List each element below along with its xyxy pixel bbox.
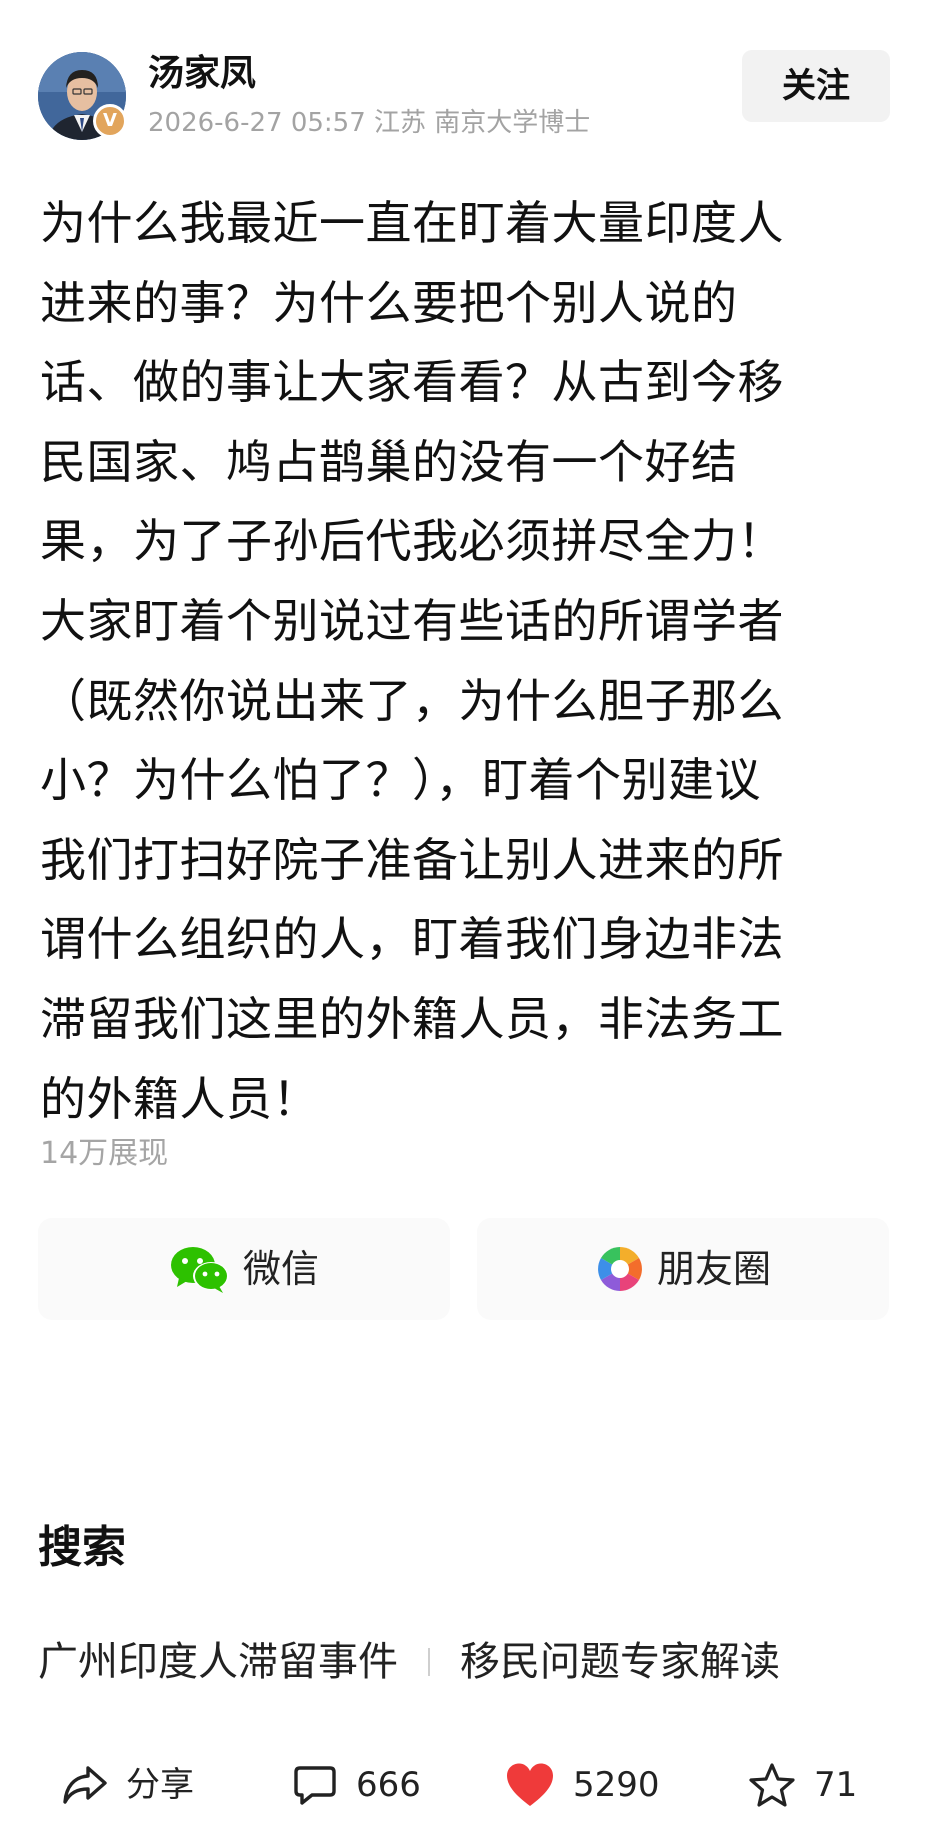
suggestion-divider — [428, 1648, 430, 1676]
star-icon — [749, 1763, 795, 1807]
share-arrow-icon — [63, 1766, 107, 1804]
post-meta: 2026-6-27 05:57 江苏 南京大学博士 — [148, 108, 591, 138]
post-line: 大家盯着个别说过有些话的所谓学者 — [40, 593, 784, 648]
search-suggestions: 广州印度人滞留事件 移民问题专家解读 — [38, 1632, 780, 1692]
share-moments-button[interactable]: 朋友圈 — [477, 1218, 889, 1320]
favorite-button[interactable]: 71 — [748, 1750, 857, 1820]
post-line: 的外籍人员！ — [40, 1071, 319, 1126]
comment-count: 666 — [356, 1765, 421, 1805]
post-header: V 汤家凤 2026-6-27 05:57 江苏 南京大学博士 关注 — [0, 0, 926, 160]
favorite-count: 71 — [814, 1765, 858, 1805]
like-count: 5290 — [573, 1765, 660, 1805]
share-wechat-button[interactable]: 微信 — [38, 1218, 450, 1320]
post-line: 民国家、鸠占鹊巢的没有一个好结 — [40, 434, 738, 489]
follow-button[interactable]: 关注 — [742, 50, 890, 122]
like-button[interactable]: 5290 — [505, 1750, 660, 1820]
moments-label: 朋友圈 — [656, 1247, 771, 1291]
moments-icon — [598, 1247, 642, 1291]
post-line: 谓什么组织的人，盯着我们身边非法 — [40, 912, 784, 967]
post-line: 果，为了子孙后代我必须拼尽全力！ — [40, 514, 784, 569]
post-line: 为什么我最近一直在盯着大量印度人 — [40, 196, 784, 250]
search-suggestion-link[interactable]: 广州印度人滞留事件 — [38, 1632, 398, 1692]
post-line: 小？为什么怕了？），盯着个别建议 — [40, 753, 761, 808]
share-button[interactable]: 分享 — [62, 1750, 194, 1820]
verified-badge-icon: V — [93, 104, 127, 138]
comment-icon — [294, 1766, 336, 1805]
heart-icon — [507, 1763, 553, 1806]
impressions-count: 14万展现 — [40, 1136, 169, 1171]
search-section-title: 搜索 — [38, 1522, 126, 1573]
post-line: （既然你说出来了，为什么胆子那么 — [40, 673, 784, 728]
post-line: 进来的事？为什么要把个别人说的 — [40, 275, 738, 330]
wechat-label: 微信 — [242, 1247, 319, 1291]
post-line: 我们打扫好院子准备让别人进来的所 — [40, 832, 784, 887]
search-suggestion-link[interactable]: 移民问题专家解读 — [460, 1632, 780, 1692]
comment-button[interactable]: 666 — [292, 1750, 421, 1820]
author-name[interactable]: 汤家凤 — [148, 52, 256, 96]
post-body: 为什么我最近一直在盯着大量印度人 进来的事？为什么要把个别人说的 话、做的事让大… — [40, 184, 890, 1139]
post-line: 滞留我们这里的外籍人员，非法务工 — [40, 991, 784, 1046]
share-label: 分享 — [126, 1765, 194, 1805]
action-bar: 分享 666 5290 71 — [0, 1750, 926, 1820]
wechat-icon — [170, 1247, 229, 1293]
post-line: 话、做的事让大家看看？从古到今移 — [40, 355, 784, 410]
